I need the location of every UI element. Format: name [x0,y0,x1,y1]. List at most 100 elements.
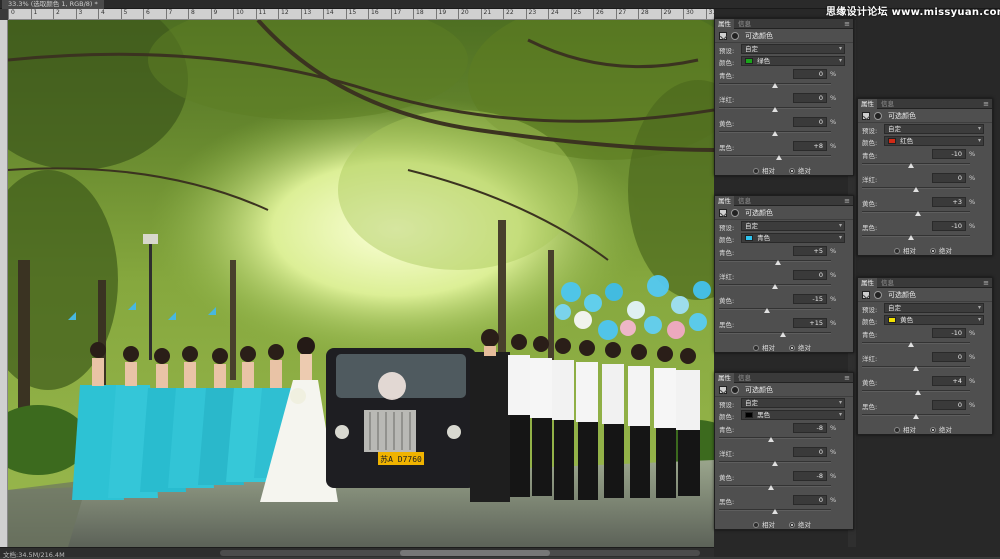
panel-menu-icon[interactable]: ≡ [844,19,850,29]
cyan-value-field[interactable]: +5 [793,246,827,256]
tab-properties[interactable]: 属性 [858,278,877,288]
black-slider-track[interactable] [719,155,831,157]
magenta-value-field[interactable]: 0 [793,447,827,457]
black-slider-thumb[interactable] [913,414,919,419]
cyan-value-field[interactable]: -10 [932,328,966,338]
magenta-slider-thumb[interactable] [772,284,778,289]
radio-relative-dot[interactable] [753,522,759,528]
tab-properties[interactable]: 属性 [715,373,734,383]
yellow-value-field[interactable]: -15 [793,294,827,304]
black-slider-thumb[interactable] [772,509,778,514]
color-dropdown[interactable]: 红色 ▾ [884,136,984,146]
yellow-slider-thumb[interactable] [763,308,770,313]
radio-relative-dot[interactable] [753,168,759,174]
cyan-slider-thumb[interactable] [774,260,781,265]
cyan-value-field[interactable]: -8 [793,423,827,433]
layer-mask-icon[interactable] [874,112,882,120]
radio-relative[interactable]: 相对 [753,165,775,175]
cyan-value-field[interactable]: -10 [932,149,966,159]
horizontal-ruler[interactable]: 0 1 2 3 4 5 6 7 8 9 10 11 12 13 14 15 16 17 18 19 20 21 22 23 24… [8,9,714,20]
black-slider-thumb[interactable] [780,332,787,337]
tab-info[interactable]: 信息 [878,278,897,288]
radio-relative-dot[interactable] [894,248,900,254]
radio-absolute-dot[interactable] [789,168,795,174]
radio-relative[interactable]: 相对 [894,424,916,434]
radio-absolute[interactable]: 绝对 [930,245,952,255]
tab-info[interactable]: 信息 [735,19,754,29]
radio-relative[interactable]: 相对 [753,342,775,352]
black-slider-track[interactable] [862,235,970,237]
cyan-slider-thumb[interactable] [772,83,778,88]
cyan-slider-thumb[interactable] [767,437,774,442]
magenta-slider-thumb[interactable] [913,187,919,192]
radio-absolute-dot[interactable] [789,345,795,351]
black-value-field[interactable]: 0 [932,400,966,410]
magenta-value-field[interactable]: 0 [793,93,827,103]
preset-dropdown[interactable]: 自定 ▾ [741,398,845,408]
cyan-slider-thumb[interactable] [907,163,914,168]
tab-properties[interactable]: 属性 [858,99,877,109]
yellow-value-field[interactable]: 0 [793,117,827,127]
black-value-field[interactable]: -10 [932,221,966,231]
magenta-value-field[interactable]: 0 [932,173,966,183]
yellow-value-field[interactable]: +4 [932,376,966,386]
radio-absolute-dot[interactable] [789,522,795,528]
cyan-value-field[interactable]: 0 [793,69,827,79]
radio-relative[interactable]: 相对 [894,245,916,255]
panel-menu-icon[interactable]: ≡ [844,373,850,383]
horizontal-scroll-thumb[interactable] [400,550,550,556]
document-tab[interactable]: 33.3% (选取颜色 1, RGB/8) * [2,0,104,9]
radio-relative[interactable]: 相对 [753,519,775,529]
yellow-value-field[interactable]: -8 [793,471,827,481]
layer-mask-icon[interactable] [731,32,739,40]
black-slider-thumb[interactable] [776,155,783,160]
image-canvas[interactable]: 苏A D7760 [8,20,714,547]
black-value-field[interactable]: +15 [793,318,827,328]
yellow-slider-thumb[interactable] [914,211,921,216]
layer-mask-icon[interactable] [731,209,739,217]
yellow-slider-thumb[interactable] [915,390,922,395]
preset-dropdown[interactable]: 自定 ▾ [884,303,984,313]
horizontal-scrollbar[interactable] [220,550,700,556]
layer-mask-icon[interactable] [874,291,882,299]
radio-absolute-dot[interactable] [930,427,936,433]
color-dropdown[interactable]: 青色 ▾ [741,233,845,243]
radio-absolute-dot[interactable] [930,248,936,254]
tab-properties[interactable]: 属性 [715,19,734,29]
magenta-value-field[interactable]: 0 [932,352,966,362]
cyan-slider-thumb[interactable] [907,342,914,347]
radio-absolute[interactable]: 绝对 [789,165,811,175]
color-dropdown[interactable]: 黄色 ▾ [884,315,984,325]
color-dropdown[interactable]: 黑色 ▾ [741,410,845,420]
cyan-slider-track[interactable] [862,342,970,344]
radio-absolute[interactable]: 绝对 [930,424,952,434]
black-slider-thumb[interactable] [907,235,914,240]
layer-mask-icon[interactable] [731,386,739,394]
radio-absolute[interactable]: 绝对 [789,342,811,352]
black-slider-track[interactable] [719,332,831,334]
magenta-slider-thumb[interactable] [772,107,778,112]
cyan-slider-track[interactable] [719,437,831,439]
panel-menu-icon[interactable]: ≡ [844,196,850,206]
yellow-slider-track[interactable] [719,485,831,487]
yellow-slider-track[interactable] [719,308,831,310]
yellow-slider-thumb[interactable] [767,485,774,490]
black-value-field[interactable]: +8 [793,141,827,151]
magenta-slider-thumb[interactable] [913,366,919,371]
magenta-slider-thumb[interactable] [772,461,778,466]
preset-dropdown[interactable]: 自定 ▾ [884,124,984,134]
tab-info[interactable]: 信息 [735,373,754,383]
magenta-value-field[interactable]: 0 [793,270,827,280]
preset-dropdown[interactable]: 自定 ▾ [741,221,845,231]
preset-dropdown[interactable]: 自定 ▾ [741,44,845,54]
black-value-field[interactable]: 0 [793,495,827,505]
tab-properties[interactable]: 属性 [715,196,734,206]
panel-menu-icon[interactable]: ≡ [983,99,989,109]
radio-absolute[interactable]: 绝对 [789,519,811,529]
tab-info[interactable]: 信息 [735,196,754,206]
color-dropdown[interactable]: 绿色 ▾ [741,56,845,66]
yellow-slider-thumb[interactable] [772,131,778,136]
yellow-value-field[interactable]: +3 [932,197,966,207]
cyan-slider-track[interactable] [862,163,970,165]
tab-info[interactable]: 信息 [878,99,897,109]
